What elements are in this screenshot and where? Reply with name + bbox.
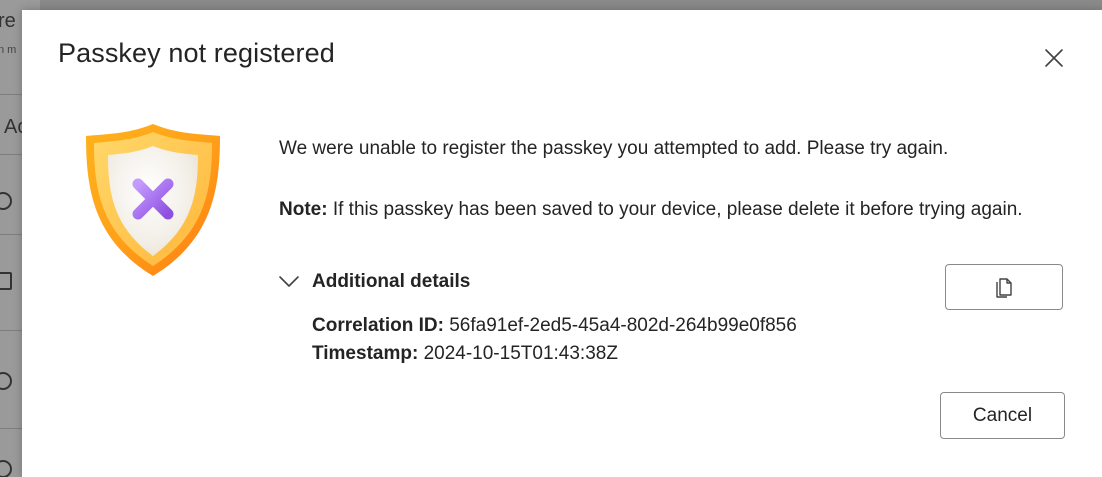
background-text: n m bbox=[0, 44, 17, 56]
background-icon bbox=[0, 372, 12, 390]
copy-details-button[interactable] bbox=[945, 264, 1063, 310]
note-label: Note: bbox=[279, 199, 328, 220]
dialog-title: Passkey not registered bbox=[58, 38, 335, 68]
correlation-id-value: 56fa91ef-2ed5-45a4-802d-264b99e0f856 bbox=[443, 315, 797, 336]
close-button[interactable] bbox=[1040, 44, 1068, 72]
passkey-error-dialog: Passkey not registered We were unable to… bbox=[22, 10, 1102, 477]
copy-icon bbox=[996, 278, 1012, 298]
note-text: If this passkey has been saved to your d… bbox=[327, 199, 1023, 220]
timestamp-row: Timestamp: 2024-10-15T01:43:38Z bbox=[312, 343, 618, 365]
cancel-button[interactable]: Cancel bbox=[940, 392, 1065, 439]
timestamp-value: 2024-10-15T01:43:38Z bbox=[418, 343, 618, 364]
background-icon bbox=[0, 272, 12, 290]
background-text: re bbox=[0, 10, 16, 32]
timestamp-label: Timestamp: bbox=[312, 343, 419, 364]
correlation-id-row: Correlation ID: 56fa91ef-2ed5-45a4-802d-… bbox=[312, 315, 797, 337]
background-icon bbox=[0, 460, 12, 477]
note-paragraph: Note: If this passkey has been saved to … bbox=[279, 196, 1059, 224]
chevron-down-icon bbox=[279, 276, 299, 287]
error-message: We were unable to register the passkey y… bbox=[279, 138, 949, 159]
shield-error-icon bbox=[82, 120, 224, 280]
correlation-id-label: Correlation ID: bbox=[312, 315, 444, 336]
additional-details-toggle[interactable]: Additional details bbox=[278, 268, 470, 296]
additional-details-label: Additional details bbox=[312, 271, 471, 292]
close-icon bbox=[1045, 49, 1063, 67]
background-icon bbox=[0, 192, 12, 210]
